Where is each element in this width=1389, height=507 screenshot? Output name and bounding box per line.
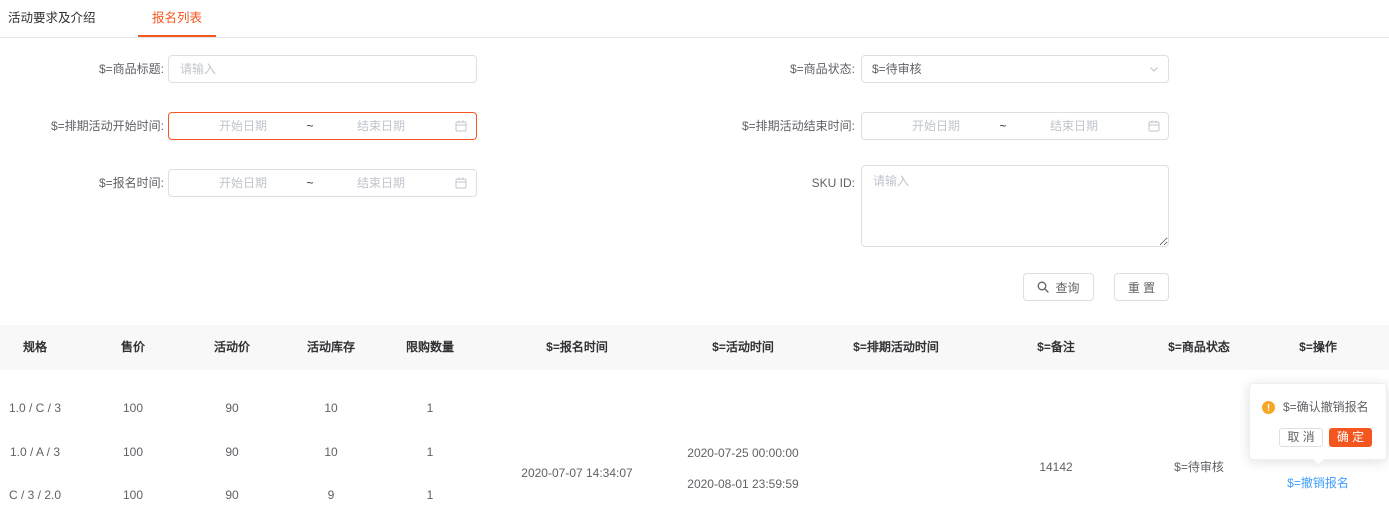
calendar-icon <box>455 120 467 132</box>
schedule-start-label: $=排期活动开始时间: <box>50 119 164 133</box>
calendar-icon <box>455 177 467 189</box>
table-body: 1.0 / C / 3 100 90 10 1 1.0 / A / 3 100 … <box>0 370 1389 507</box>
range-separator: ~ <box>999 119 1007 133</box>
filter-form: $=商品标题: $=商品状态: $=待审核 $=排期活动开始时间: ~ $=排期… <box>0 40 1389 310</box>
tabs-bar: 活动要求及介绍 报名列表 <box>0 0 1389 38</box>
sku-id-label: SKU ID: <box>811 176 855 190</box>
product-status-value: $=待审核 <box>872 62 922 76</box>
product-title-input[interactable] <box>168 55 477 83</box>
purchase-limit-cell: 1 <box>426 445 434 459</box>
popconfirm-confirm-button[interactable]: 确 定 <box>1329 428 1372 447</box>
signup-time-range-picker[interactable]: ~ <box>168 169 477 197</box>
column-header-schedule-time: $=排期活动时间 <box>853 340 939 354</box>
purchase-limit-cell: 1 <box>426 488 434 502</box>
schedule-end-from-input[interactable] <box>881 113 991 139</box>
column-header-actions: $=操作 <box>1299 340 1337 354</box>
tab-activity-intro[interactable]: 活动要求及介绍 <box>8 9 96 27</box>
status-cell: $=待审核 <box>1174 460 1224 474</box>
table-header: 规格 售价 活动价 活动库存 限购数量 $=报名时间 $=活动时间 $=排期活动… <box>0 325 1389 370</box>
tab-signup-list[interactable]: 报名列表 <box>152 9 202 27</box>
column-header-status: $=商品状态 <box>1168 340 1230 354</box>
purchase-limit-cell: 1 <box>426 401 434 415</box>
search-button-label: 查询 <box>1055 280 1080 295</box>
sku-id-textarea[interactable] <box>861 165 1169 247</box>
column-header-activity-time: $=活动时间 <box>712 340 774 354</box>
schedule-end-range-picker[interactable]: ~ <box>861 112 1169 140</box>
search-icon <box>1037 281 1050 293</box>
product-status-label: $=商品状态: <box>789 62 855 76</box>
spec-cell: C / 3 / 2.0 <box>8 488 62 502</box>
reset-button[interactable]: 重 置 <box>1114 273 1169 301</box>
schedule-start-range-picker[interactable]: ~ <box>168 112 477 140</box>
schedule-end-label: $=排期活动结束时间: <box>741 119 855 133</box>
column-header-purchase-limit: 限购数量 <box>405 340 454 354</box>
signup-time-cell: 2020-07-07 14:34:07 <box>521 466 633 480</box>
popconfirm-message: $=确认撤销报名 <box>1283 400 1369 414</box>
chevron-down-icon <box>1148 63 1160 75</box>
signup-time-to-input[interactable] <box>326 170 436 196</box>
table-row: 1.0 / C / 3 100 90 10 1 <box>0 398 1389 418</box>
tabs-divider <box>0 37 1389 38</box>
product-title-label: $=商品标题: <box>98 62 164 76</box>
signup-time-from-input[interactable] <box>188 170 298 196</box>
schedule-start-from-input[interactable] <box>188 113 298 139</box>
signup-time-label: $=报名时间: <box>98 176 164 190</box>
warning-icon <box>1262 401 1275 414</box>
column-header-spec: 规格 <box>22 340 47 354</box>
remark-cell: 14142 <box>1039 460 1073 474</box>
search-button[interactable]: 查询 <box>1023 273 1094 301</box>
signup-table: 规格 售价 活动价 活动库存 限购数量 $=报名时间 $=活动时间 $=排期活动… <box>0 325 1389 507</box>
cancel-signup-link[interactable]: $=撤销报名 <box>1258 473 1378 493</box>
active-tab-indicator <box>138 35 216 37</box>
popconfirm-cancel-button[interactable]: 取 消 <box>1279 428 1323 447</box>
calendar-icon <box>1148 120 1160 132</box>
activity-end-time-cell: 2020-08-01 23:59:59 <box>687 477 799 491</box>
column-header-remark: $=备注 <box>1037 340 1075 354</box>
spec-cell: 1.0 / C / 3 <box>8 401 62 415</box>
schedule-end-to-input[interactable] <box>1019 113 1129 139</box>
range-separator: ~ <box>306 119 314 133</box>
cancel-signup-popconfirm: $=确认撤销报名 取 消 确 定 <box>1249 383 1387 466</box>
schedule-start-to-input[interactable] <box>326 113 436 139</box>
product-status-select[interactable]: $=待审核 <box>861 55 1169 83</box>
spec-cell: 1.0 / A / 3 <box>9 445 61 459</box>
column-header-signup-time: $=报名时间 <box>546 340 608 354</box>
activity-start-time-cell: 2020-07-25 00:00:00 <box>687 446 799 460</box>
range-separator: ~ <box>306 176 314 190</box>
